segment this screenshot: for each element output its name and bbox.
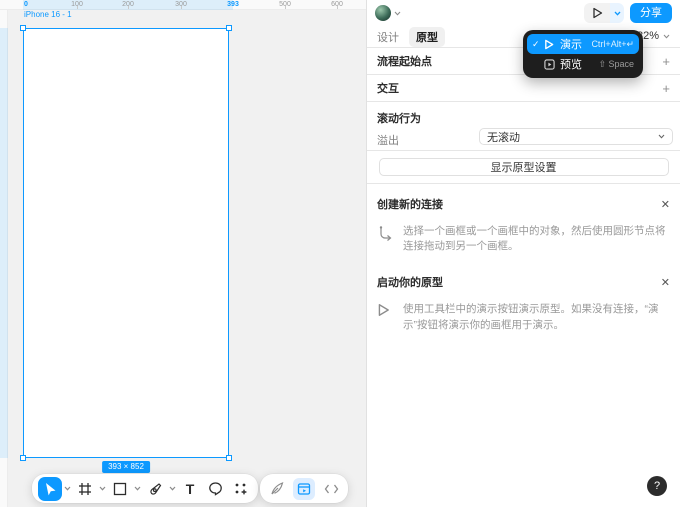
dev-mode-button[interactable] — [319, 477, 343, 501]
selected-frame[interactable] — [20, 25, 232, 461]
prototype-panel-icon — [297, 482, 311, 496]
move-tool-button[interactable] — [38, 476, 62, 501]
zoom-caret-icon — [663, 34, 670, 39]
close-icon[interactable]: ✕ — [661, 276, 670, 289]
play-icon — [592, 7, 603, 19]
avatar-caret-icon[interactable] — [394, 11, 401, 16]
resize-handle-top-left[interactable] — [20, 25, 26, 31]
frame-size-badge: 393 × 852 — [102, 461, 150, 473]
ruler-label: 0 — [24, 1, 28, 8]
frame-tool-caret[interactable] — [98, 477, 107, 501]
create-connection-description: 选择一个画框或一个画框中的对象，然后使用圆形节点将连接拖动到另一个画框。 — [403, 225, 666, 253]
question-mark-icon: ? — [653, 480, 661, 492]
start-prototype-title: 启动你的原型 — [377, 277, 443, 290]
frame-tool-button[interactable] — [73, 477, 97, 501]
interactions-title: 交互 — [377, 83, 399, 95]
present-options-caret[interactable] — [610, 3, 624, 23]
main-toolbar: T — [32, 474, 258, 503]
overflow-select[interactable]: 无滚动 — [479, 128, 673, 145]
figma-app: iPhone 16 - 1 393 × 852 0 100 200 300 39… — [0, 0, 680, 507]
present-button[interactable] — [584, 3, 610, 23]
check-icon: ✓ — [532, 38, 540, 49]
create-connection-title: 创建新的连接 — [377, 199, 443, 211]
flow-start-title: 流程起始点 — [377, 56, 432, 68]
cursor-icon — [44, 482, 57, 496]
text-tool-icon: T — [185, 480, 195, 497]
scroll-behavior-section: 滚动行为 溢出 无滚动 — [367, 102, 680, 151]
menu-item-present[interactable]: ✓ 演示 Ctrl+Alt+↵ — [527, 34, 639, 54]
comment-bubble-icon — [208, 481, 223, 496]
canvas[interactable]: iPhone 16 - 1 393 × 852 0 100 200 300 39… — [0, 0, 366, 507]
menu-item-label: 预览 — [560, 59, 582, 71]
rectangle-icon — [113, 482, 127, 496]
resize-handle-bottom-left[interactable] — [20, 455, 26, 461]
create-connection-section: 创建新的连接 ✕ 选择一个画框或一个画框中的对象，然后使用圆形节点将连接拖动到另… — [367, 184, 680, 262]
panel-header: 分享 — [367, 0, 680, 26]
select-caret-icon — [658, 134, 665, 139]
prototype-settings-row: 显示原型设置 — [367, 151, 680, 184]
present-dropdown-menu: ✓ 演示 Ctrl+Alt+↵ 预览 ⇧ Space — [523, 30, 643, 78]
shape-tool-button[interactable] — [108, 477, 132, 501]
interactions-row: 交互 + — [367, 75, 680, 102]
play-icon — [544, 39, 559, 50]
frame-name-label[interactable]: iPhone 16 - 1 — [24, 10, 72, 19]
menu-item-shortcut: Ctrl+Alt+↵ — [591, 38, 634, 49]
horizontal-ruler: 0 100 200 300 393 500 600 — [0, 0, 366, 10]
tab-design[interactable]: 设计 — [377, 29, 399, 45]
draw-annotate-button[interactable] — [265, 477, 289, 501]
frame-icon — [78, 482, 92, 496]
user-avatar[interactable] — [375, 5, 391, 21]
mode-toolbar — [260, 474, 348, 503]
vertical-ruler — [0, 10, 8, 507]
preview-window-icon — [544, 58, 559, 70]
menu-item-shortcut: ⇧ Space — [598, 58, 634, 69]
code-icon — [324, 483, 339, 495]
close-icon[interactable]: ✕ — [661, 198, 670, 211]
present-button-group — [584, 3, 624, 23]
overflow-value: 无滚动 — [487, 131, 520, 144]
overflow-label: 溢出 — [377, 135, 399, 147]
menu-item-preview[interactable]: 预览 ⇧ Space — [527, 54, 639, 74]
resize-handle-bottom-right[interactable] — [226, 455, 232, 461]
help-button[interactable]: ? — [647, 476, 667, 496]
vertical-ruler-selection-band — [0, 28, 8, 458]
quill-icon — [270, 481, 285, 496]
show-prototype-settings-button[interactable]: 显示原型设置 — [378, 158, 669, 176]
connection-arrow-icon — [377, 224, 395, 254]
actions-icon — [233, 481, 248, 496]
share-button[interactable]: 分享 — [630, 3, 672, 23]
start-prototype-section: 启动你的原型 ✕ 使用工具栏中的演示按钮演示原型。如果没有连接，“演示”按钮将演… — [367, 262, 680, 340]
prototype-panel-toggle[interactable] — [293, 477, 315, 500]
pen-tool-caret[interactable] — [168, 477, 177, 501]
resize-handle-top-right[interactable] — [226, 25, 232, 31]
properties-panel: 分享 设计 原型 82% 流程起始点 + 交互 + 滚动行为 溢出 无滚动 显示… — [366, 0, 680, 507]
add-flow-start-button[interactable]: + — [662, 54, 670, 69]
add-interaction-button[interactable]: + — [662, 81, 670, 96]
menu-item-label: 演示 — [560, 39, 582, 51]
scroll-behavior-title: 滚动行为 — [377, 113, 421, 125]
pen-tool-button[interactable] — [143, 477, 167, 501]
tab-prototype[interactable]: 原型 — [409, 26, 445, 47]
pen-icon — [148, 482, 162, 496]
ruler-label: 393 — [227, 1, 239, 8]
play-outline-icon — [377, 302, 395, 332]
text-tool-button[interactable]: T — [178, 477, 202, 501]
start-prototype-description: 使用工具栏中的演示按钮演示原型。如果没有连接，“演示”按钮将演示你的画框用于演示… — [403, 303, 659, 331]
comment-tool-button[interactable] — [203, 477, 227, 501]
shape-tool-caret[interactable] — [133, 477, 142, 501]
move-tool-caret[interactable] — [63, 477, 72, 501]
actions-button[interactable] — [228, 477, 252, 501]
